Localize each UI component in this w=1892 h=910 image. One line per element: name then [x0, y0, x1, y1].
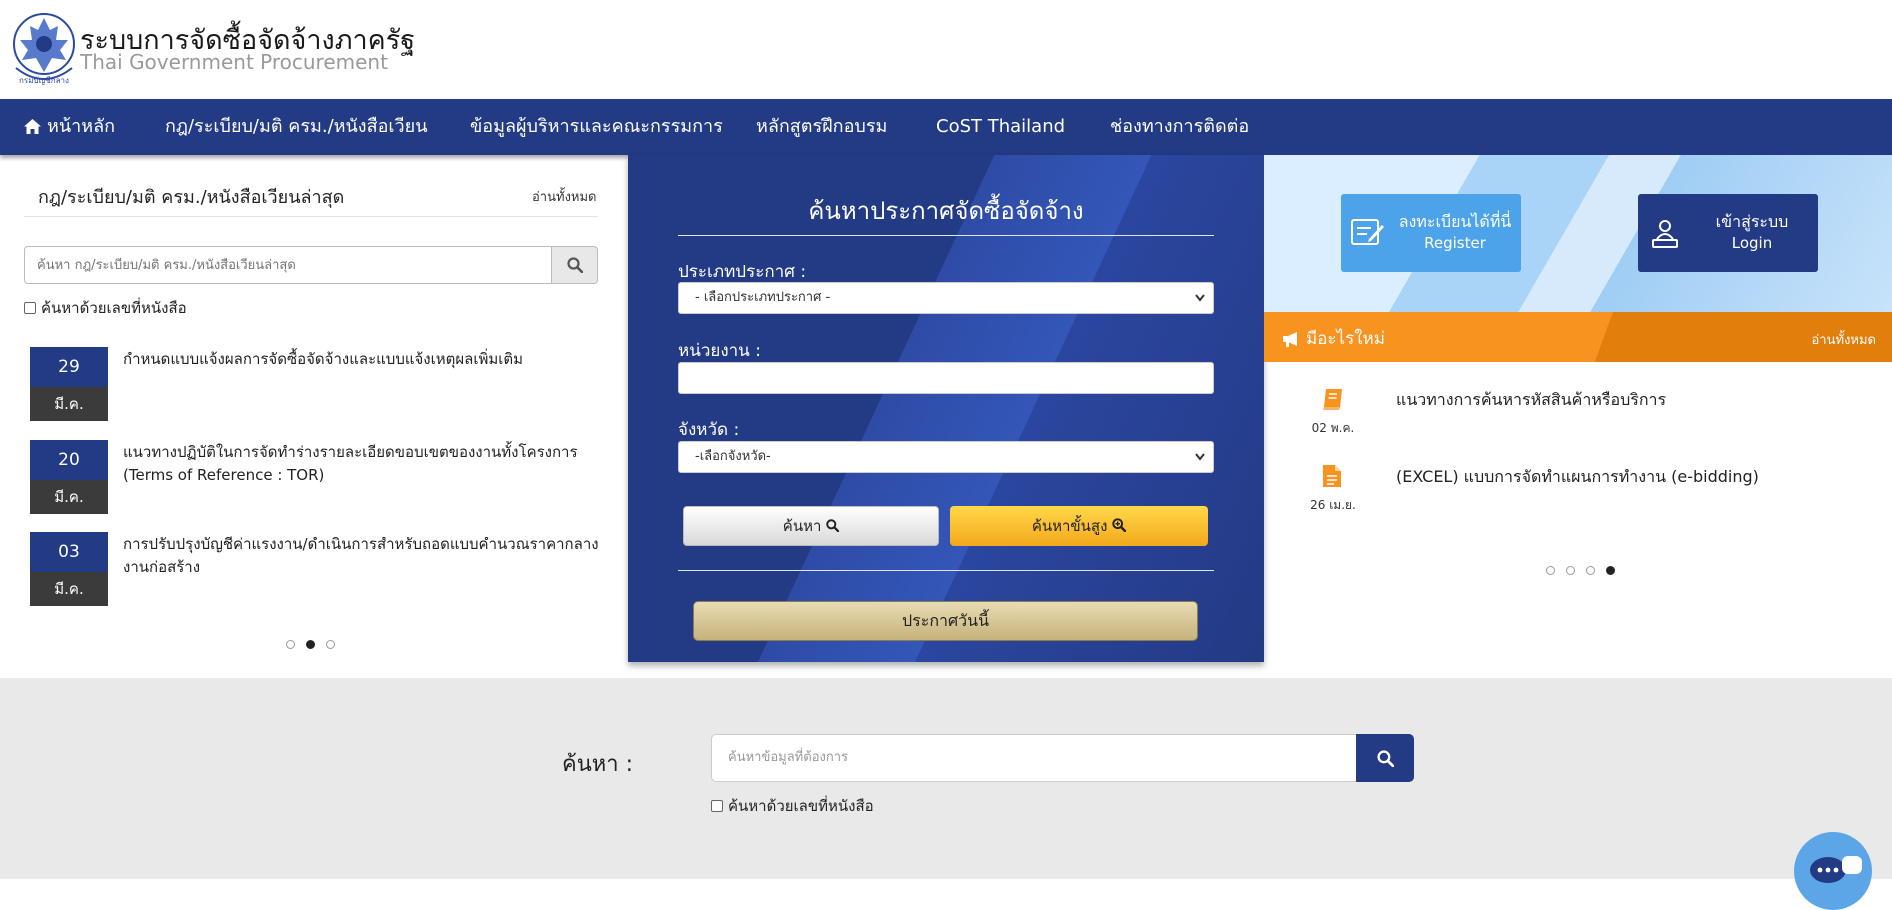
nav-item-contact[interactable]: ช่องทางการติดต่อ: [1110, 99, 1249, 155]
checkbox-label: ค้นหาด้วยเลขที่หนังสือ: [41, 299, 187, 317]
megaphone-icon: [1283, 331, 1297, 347]
nav-item-regulations[interactable]: กฎ/ระเบียบ/มติ ครม./หนังสือเวียน: [165, 99, 428, 155]
agency-label: หน่วยงาน :: [678, 341, 761, 361]
announcement-type-label: ประเภทประกาศ :: [678, 262, 807, 282]
government-emblem-logo[interactable]: กรมบัญชีกลาง: [10, 10, 78, 86]
whats-new-label: มีอะไรใหม่: [1306, 329, 1385, 349]
login-button[interactable]: เข้าสู่ระบบ Login: [1638, 194, 1818, 272]
user-computer-icon: [1652, 220, 1678, 248]
announcement-type-select[interactable]: - เลือกประเภทประกาศ -: [678, 282, 1214, 314]
register-button[interactable]: ลงทะเบียนได้ที่นี่ Register: [1341, 194, 1521, 272]
province-select[interactable]: -เลือกจังหวัด-: [678, 441, 1214, 473]
province-label: จังหวัด :: [678, 420, 740, 440]
login-label: เข้าสู่ระบบ: [1715, 212, 1789, 231]
chevron-down-icon: [1195, 294, 1205, 302]
site-search-label: ค้นหา :: [562, 752, 634, 777]
item-date: 02 พ.ค.: [1311, 421, 1355, 435]
register-label: ลงทะเบียนได้ที่นี่: [1398, 212, 1512, 231]
pager-dot[interactable]: [286, 640, 295, 649]
date-day: 20: [30, 440, 108, 480]
divider: [24, 216, 598, 217]
regulations-pager: [286, 640, 335, 649]
chevron-down-icon: [1195, 453, 1205, 461]
date-badge: 29 มี.ค.: [30, 347, 108, 421]
file-icon: [1323, 465, 1341, 487]
regulation-title[interactable]: กำหนดแบบแจ้งผลการจัดซื้อจัดจ้างและแบบแจ้…: [123, 348, 603, 371]
date-day: 29: [30, 347, 108, 387]
site-search-button[interactable]: [1356, 734, 1414, 782]
site-search-input[interactable]: ค้นหาข้อมูลที่ต้องการ: [711, 734, 1357, 782]
whats-new-pager: [1546, 566, 1615, 575]
chat-button[interactable]: [1794, 832, 1872, 910]
whats-new-item[interactable]: 02 พ.ค. แนวทางการค้นหารหัสสินค้าหรือบริก…: [1300, 387, 1860, 447]
pager-dot[interactable]: [326, 640, 335, 649]
select-value: -เลือกจังหวัด-: [695, 449, 771, 464]
register-label-en: Register: [1424, 234, 1486, 252]
site-search-by-number[interactable]: ค้นหาด้วยเลขที่หนังสือ: [711, 794, 874, 818]
advanced-search-button[interactable]: ค้นหาขั้นสูง: [950, 506, 1208, 546]
search-icon: [566, 257, 583, 273]
site-header: กรมบัญชีกลาง ระบบการจัดซื้อจัดจ้างภาครัฐ…: [0, 0, 1892, 99]
item-date: 26 เม.ย.: [1310, 498, 1356, 512]
search-button-label: ค้นหา: [782, 517, 822, 535]
divider: [678, 235, 1214, 236]
pager-dot-active[interactable]: [306, 640, 315, 649]
whats-new-read-all-link[interactable]: อ่านทั้งหมด: [1812, 329, 1877, 350]
nav-item-executives[interactable]: ข้อมูลผู้บริหารและคณะกรรมการ: [470, 99, 723, 155]
date-month: มี.ค.: [30, 572, 108, 606]
zoom-in-icon: [1112, 518, 1127, 533]
regulations-search-by-number[interactable]: ค้นหาด้วยเลขที่หนังสือ: [24, 296, 187, 320]
item-title[interactable]: แนวทางการค้นหารหัสสินค้าหรือบริการ: [1396, 388, 1666, 413]
divider: [678, 570, 1214, 571]
svg-text:กรมบัญชีกลาง: กรมบัญชีกลาง: [19, 76, 69, 85]
regulation-item[interactable]: 03 มี.ค. การปรับปรุงบัญชีค่าแรงงาน/ดำเนิ…: [30, 532, 600, 606]
regulations-title: กฎ/ระเบียบ/มติ ครม./หนังสือเวียนล่าสุด: [38, 187, 345, 208]
nav-item-label: หน้าหลัก: [47, 116, 116, 137]
regulation-title[interactable]: แนวทางปฏิบัติในการจัดทำร่างรายละเอียดขอบ…: [123, 441, 603, 487]
nav-item-cost-thailand[interactable]: CoST Thailand: [936, 99, 1065, 155]
agency-input[interactable]: [678, 362, 1214, 394]
login-label-en: Login: [1731, 234, 1773, 252]
date-day: 03: [30, 532, 108, 572]
search-button[interactable]: ค้นหา: [683, 506, 939, 546]
pager-dot-active[interactable]: [1606, 566, 1615, 575]
book-icon: [1323, 389, 1342, 410]
today-announcements-button[interactable]: ประกาศวันนี้: [693, 601, 1198, 641]
search-icon: [826, 519, 840, 533]
regulation-item[interactable]: 29 มี.ค. กำหนดแบบแจ้งผลการจัดซื้อจัดจ้าง…: [30, 347, 600, 421]
regulations-search-button[interactable]: [551, 246, 598, 284]
whats-new-title: มีอะไรใหม่: [1282, 325, 1385, 352]
date-month: มี.ค.: [30, 480, 108, 514]
site-subtitle: Thai Government Procurement: [80, 50, 388, 74]
regulation-title[interactable]: การปรับปรุงบัญชีค่าแรงงาน/ดำเนินการสำหรั…: [123, 533, 603, 579]
advanced-search-label: ค้นหาขั้นสูง: [1031, 517, 1108, 535]
pager-dot[interactable]: [1566, 566, 1575, 575]
pager-dot[interactable]: [1586, 566, 1595, 575]
whats-new-item[interactable]: 26 เม.ย. (EXCEL) แบบการจัดทำแผนการทำงาน …: [1300, 464, 1860, 524]
register-form-icon: [1351, 219, 1384, 245]
procurement-search-title: ค้นหาประกาศจัดซื้อจัดจ้าง: [808, 197, 1084, 225]
pager-dot[interactable]: [1546, 566, 1555, 575]
select-value: - เลือกประเภทประกาศ -: [695, 290, 831, 305]
chat-icon: [1810, 856, 1862, 883]
procurement-search-panel: ค้นหาประกาศจัดซื้อจัดจ้าง ประเภทประกาศ :…: [628, 155, 1264, 662]
date-badge: 03 มี.ค.: [30, 532, 108, 606]
item-title[interactable]: (EXCEL) แบบการจัดทำแผนการทำงาน (e-biddin…: [1396, 465, 1759, 490]
regulation-item[interactable]: 20 มี.ค. แนวทางปฏิบัติในการจัดทำร่างรายล…: [30, 440, 600, 514]
home-icon: [24, 119, 41, 134]
nav-item-home[interactable]: หน้าหลัก: [24, 99, 115, 155]
checkbox[interactable]: [711, 800, 723, 812]
search-icon: [1376, 749, 1394, 767]
checkbox[interactable]: [24, 302, 36, 314]
whats-new-bar: มีอะไรใหม่ อ่านทั้งหมด: [1264, 312, 1892, 362]
regulations-read-all-link[interactable]: อ่านทั้งหมด: [532, 186, 597, 207]
checkbox-label: ค้นหาด้วยเลขที่หนังสือ: [728, 797, 874, 815]
date-month: มี.ค.: [30, 387, 108, 421]
date-badge: 20 มี.ค.: [30, 440, 108, 514]
nav-item-training[interactable]: หลักสูตรฝึกอบรม: [756, 99, 887, 155]
main-navigation: หน้าหลัก กฎ/ระเบียบ/มติ ครม./หนังสือเวีย…: [0, 99, 1892, 155]
regulations-search-input[interactable]: [24, 246, 552, 284]
